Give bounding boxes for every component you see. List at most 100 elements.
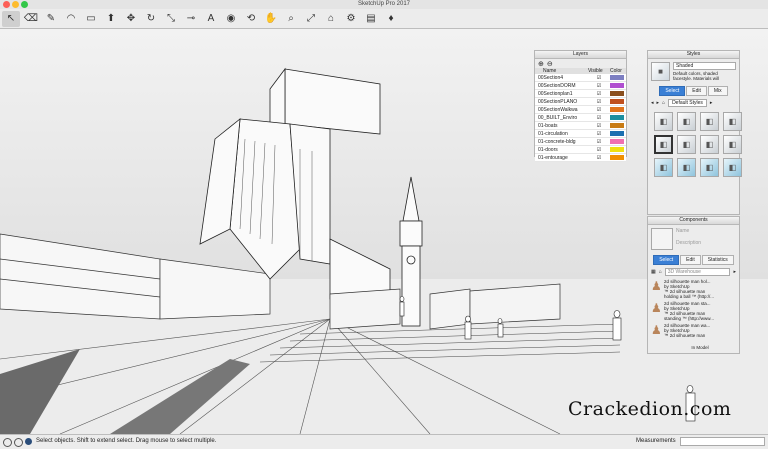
style-thumbnail[interactable]: ◧ xyxy=(677,112,696,131)
style-thumbnail[interactable]: ◧ xyxy=(723,158,742,177)
layer-visible-checkbox[interactable]: ☑ xyxy=(588,83,610,89)
info-icon[interactable] xyxy=(3,438,12,447)
component-item[interactable]: In Model xyxy=(651,345,736,365)
tab-select[interactable]: Select xyxy=(659,86,686,96)
user-icon[interactable] xyxy=(25,438,32,445)
details-icon[interactable]: ▸ xyxy=(710,100,713,106)
style-thumbnail[interactable]: ◧ xyxy=(677,158,696,177)
layer-name[interactable]: 00_BUILT_Enviro xyxy=(535,115,588,121)
eraser-tool[interactable]: ⌫ xyxy=(22,11,40,27)
layer-color-swatch[interactable] xyxy=(610,123,624,128)
layer-name[interactable]: 00Section4 xyxy=(535,75,588,81)
layer-name[interactable]: 01-doors xyxy=(535,147,588,153)
credits-icon[interactable] xyxy=(14,438,23,447)
layer-visible-checkbox[interactable]: ☑ xyxy=(588,147,610,153)
style-thumbnail[interactable]: ◧ xyxy=(654,135,673,154)
measurements-input[interactable] xyxy=(680,437,765,446)
tab-edit[interactable]: Edit xyxy=(680,255,701,265)
style-thumbnail[interactable]: ◧ xyxy=(723,135,742,154)
layer-row[interactable]: 01-entourage ☑ xyxy=(535,154,626,162)
details-icon[interactable]: ▸ xyxy=(733,269,736,275)
layer-visible-checkbox[interactable]: ☑ xyxy=(588,99,610,105)
style-thumbnail[interactable]: ◧ xyxy=(700,135,719,154)
forward-icon[interactable]: ▸ xyxy=(657,100,660,106)
layer-color-swatch[interactable] xyxy=(610,107,624,112)
layer-row[interactable]: 00Sectionplan1 ☑ xyxy=(535,90,626,98)
remove-layer-icon[interactable]: ⊖ xyxy=(547,60,553,68)
layer-row[interactable]: 00_BUILT_Enviro ☑ xyxy=(535,114,626,122)
layer-name[interactable]: 00SectionWalkwa xyxy=(535,107,588,113)
layer-name[interactable]: 01-boats xyxy=(535,123,588,129)
component-search-input[interactable]: 3D Warehouse xyxy=(664,268,731,276)
style-thumbnail[interactable]: ◧ xyxy=(654,158,673,177)
style-thumbnail[interactable]: ◧ xyxy=(677,135,696,154)
scale-tool[interactable]: ⤡ xyxy=(162,11,180,27)
move-tool[interactable]: ✥ xyxy=(122,11,140,27)
layer-visible-checkbox[interactable]: ☑ xyxy=(588,131,610,137)
layer-visible-checkbox[interactable]: ☑ xyxy=(588,115,610,121)
send-to-layout-tool[interactable]: ▤ xyxy=(362,11,380,27)
layer-visible-checkbox[interactable]: ☑ xyxy=(588,91,610,97)
tape-measure-tool[interactable]: ⊸ xyxy=(182,11,200,27)
style-collection-select[interactable]: Default Styles xyxy=(668,99,707,107)
home-icon[interactable]: ⌂ xyxy=(662,100,665,106)
home-icon[interactable]: ⌂ xyxy=(659,269,662,275)
style-description[interactable]: Default colors, shaded facestyle. Materi… xyxy=(673,71,736,81)
layer-color-swatch[interactable] xyxy=(610,83,624,88)
select-tool[interactable]: ↖ xyxy=(2,10,20,27)
pan-tool[interactable]: ✋ xyxy=(262,11,280,27)
layer-name[interactable]: 01-concrete-bldg xyxy=(535,139,588,145)
component-item[interactable]: ♟ 2d silhouette man wa... by SketchUp ™ 2d … xyxy=(651,323,736,343)
line-tool[interactable]: ✎ xyxy=(42,11,60,27)
zoom-extents-tool[interactable]: ⤢ xyxy=(302,11,320,27)
push-pull-tool[interactable]: ⬆ xyxy=(102,11,120,27)
style-thumbnail[interactable]: ◧ xyxy=(654,112,673,131)
layer-color-swatch[interactable] xyxy=(610,139,624,144)
layer-color-swatch[interactable] xyxy=(610,147,624,152)
layer-row[interactable]: 00Section4 ☑ xyxy=(535,74,626,82)
layer-name[interactable]: 00Sectionplan1 xyxy=(535,91,588,97)
layer-name[interactable]: 01-entourage xyxy=(535,155,588,161)
layers-col-color[interactable]: Color xyxy=(610,68,626,74)
layers-col-name[interactable]: Name xyxy=(535,68,588,74)
tab-mix[interactable]: Mix xyxy=(707,86,728,96)
layer-row[interactable]: 00SectionWalkwa ☑ xyxy=(535,106,626,114)
layer-name[interactable]: 00SectionPLANO xyxy=(535,99,588,105)
view-options-icon[interactable]: ▦ xyxy=(651,269,656,275)
shape-tool[interactable]: ▭ xyxy=(82,11,100,27)
layer-color-swatch[interactable] xyxy=(610,155,624,160)
component-item[interactable]: ♟ 2d silhouette man hol... by SketchUp ™ 2d… xyxy=(651,279,736,299)
style-thumbnail[interactable]: ◧ xyxy=(700,158,719,177)
layer-row[interactable]: 00SectionDORM ☑ xyxy=(535,82,626,90)
tab-select[interactable]: Select xyxy=(653,255,680,265)
arc-tool[interactable]: ◠ xyxy=(62,11,80,27)
style-thumbnail[interactable]: ◧ xyxy=(700,112,719,131)
orbit-tool[interactable]: ⟲ xyxy=(242,11,260,27)
style-thumbnail[interactable]: ◧ xyxy=(723,112,742,131)
add-layer-icon[interactable]: ⊕ xyxy=(538,60,544,68)
layer-row[interactable]: 01-concrete-bldg ☑ xyxy=(535,138,626,146)
tab-edit[interactable]: Edit xyxy=(686,86,707,96)
layer-row[interactable]: 00SectionPLANO ☑ xyxy=(535,98,626,106)
layer-color-swatch[interactable] xyxy=(610,91,624,96)
paint-bucket-tool[interactable]: ◉ xyxy=(222,11,240,27)
layer-visible-checkbox[interactable]: ☑ xyxy=(588,75,610,81)
layer-color-swatch[interactable] xyxy=(610,99,624,104)
component-item[interactable]: ♟ 2d silhouette man sta... by SketchUp ™ 2d… xyxy=(651,301,736,321)
layer-row[interactable]: 01-doors ☑ xyxy=(535,146,626,154)
layer-color-swatch[interactable] xyxy=(610,75,624,80)
layer-visible-checkbox[interactable]: ☑ xyxy=(588,155,610,161)
layer-row[interactable]: 01-circulation ☑ xyxy=(535,130,626,138)
extension-manager-tool[interactable]: ♦ xyxy=(382,11,400,27)
layer-visible-checkbox[interactable]: ☑ xyxy=(588,123,610,129)
layer-name[interactable]: 01-circulation xyxy=(535,131,588,137)
text-tool[interactable]: A xyxy=(202,11,220,27)
extension-warehouse-tool[interactable]: ⚙ xyxy=(342,11,360,27)
style-name-field[interactable]: Shaded xyxy=(673,62,736,70)
layer-visible-checkbox[interactable]: ☑ xyxy=(588,107,610,113)
rotate-tool[interactable]: ↻ xyxy=(142,11,160,27)
layer-visible-checkbox[interactable]: ☑ xyxy=(588,139,610,145)
zoom-tool[interactable]: ⌕ xyxy=(282,11,300,27)
back-icon[interactable]: ◂ xyxy=(651,100,654,106)
warehouse-tool[interactable]: ⌂ xyxy=(322,11,340,27)
